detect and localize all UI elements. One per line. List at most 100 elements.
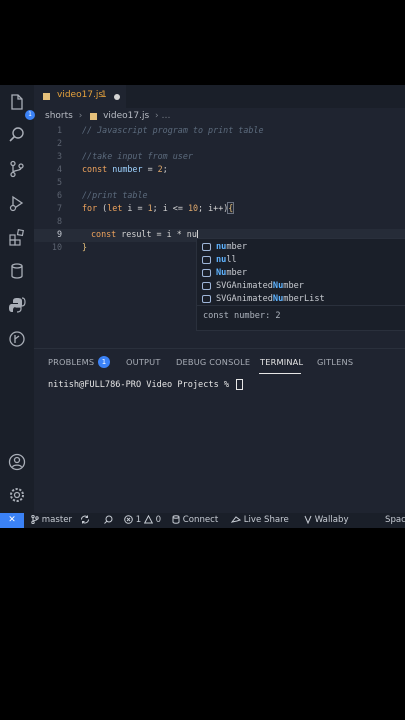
code-text: ; i++) — [198, 203, 229, 213]
tab-gitlens[interactable]: GITLENS — [317, 357, 353, 367]
search-icon[interactable] — [8, 126, 26, 144]
variable-icon — [202, 269, 211, 277]
git-graph-icon[interactable] — [8, 330, 26, 348]
suggestion-detail: const number: 2 — [203, 311, 281, 321]
live-share-icon — [230, 516, 242, 523]
suggestion-item[interactable]: SVGAnimatedNumber — [197, 280, 405, 293]
extensions-icon[interactable] — [8, 228, 26, 246]
breadcrumb: shorts › video17.js › … — [45, 111, 171, 122]
code-line: 6 //print table — [34, 190, 405, 203]
comment-text: //print table — [82, 190, 148, 200]
variable-icon — [202, 282, 211, 290]
branch-item[interactable]: master — [31, 514, 73, 525]
line-number: 1 — [56, 125, 62, 135]
suggestion-item[interactable]: null — [197, 254, 405, 267]
punctuation: ; — [162, 164, 168, 174]
line-number: 9 — [56, 229, 62, 239]
tab-terminal[interactable]: TERMINAL — [260, 357, 303, 367]
breadcrumb-separator: › — [78, 111, 83, 121]
breadcrumb-file[interactable]: video17.js — [103, 111, 149, 121]
tab-bar: video17.js 1 — [34, 85, 405, 108]
line-number: 4 — [56, 164, 62, 174]
connect-label: Connect — [182, 515, 219, 525]
code-text: ; i <= — [152, 203, 188, 213]
live-share-item[interactable]: Live Share — [230, 515, 289, 525]
files-icon[interactable]: 1 — [8, 93, 35, 120]
tab-output[interactable]: OUTPUT — [126, 357, 161, 367]
code-line: 2 — [34, 138, 405, 151]
variable-icon — [202, 295, 211, 303]
branch-name: master — [41, 515, 73, 525]
error-icon — [124, 515, 133, 524]
wallaby-item[interactable]: Wallaby — [304, 515, 349, 525]
terminal[interactable]: nitish@FULL786-PRO Video Projects % — [48, 379, 244, 390]
breadcrumb-more[interactable]: › … — [155, 111, 170, 121]
suggestion-item[interactable]: number — [197, 241, 405, 254]
variable-icon — [202, 243, 211, 251]
unsaved-dot-icon[interactable] — [114, 94, 120, 100]
warning-icon — [143, 514, 154, 524]
tab-filename: video17.js — [57, 90, 104, 100]
comment-text: //take input from user — [82, 151, 193, 161]
wallaby-label: Wallaby — [314, 515, 349, 525]
bracket: { — [227, 202, 235, 214]
panel-tabs: PROBLEMS 1 OUTPUT DEBUG CONSOLE TERMINAL… — [34, 349, 405, 376]
connect-item[interactable]: Connect — [172, 515, 218, 525]
line-number: 5 — [56, 177, 62, 187]
line-number: 8 — [56, 216, 62, 226]
code-text: result = i * nu — [116, 229, 197, 239]
tab-problems[interactable]: PROBLEMS — [48, 357, 94, 367]
bottom-panel: PROBLEMS 1 OUTPUT DEBUG CONSOLE TERMINAL… — [34, 348, 405, 514]
operator: = — [142, 164, 158, 174]
sync-icon[interactable] — [80, 515, 90, 525]
tab-video17[interactable]: video17.js 1 — [34, 85, 126, 108]
suggestion-item[interactable]: Number — [197, 267, 405, 280]
vscode-window: 1 video17.js 1 shorts › video17.js › … 1… — [0, 85, 405, 528]
line-number: 6 — [56, 190, 62, 200]
live-share-label: Live Share — [243, 515, 289, 525]
spaces-item[interactable]: Spac — [385, 515, 405, 525]
account-icon[interactable] — [8, 453, 26, 471]
problems-badge: 1 — [98, 356, 110, 368]
suggestion-widget: number null Number SVGAnimatedNumber SVG… — [196, 238, 405, 331]
breadcrumb-folder[interactable]: shorts — [45, 111, 73, 121]
keyword: let — [107, 203, 123, 213]
python-icon[interactable] — [8, 296, 26, 314]
branch-icon — [31, 514, 39, 525]
database-icon[interactable] — [8, 262, 26, 280]
code-line: 8 — [34, 216, 405, 229]
keyword: const — [82, 164, 108, 174]
run-debug-icon[interactable] — [8, 194, 26, 212]
keyword: const — [91, 229, 117, 239]
line-number: 2 — [56, 138, 62, 148]
variable-icon — [202, 256, 211, 264]
source-control-icon[interactable] — [8, 160, 26, 178]
wallaby-icon — [304, 515, 312, 525]
terminal-prompt: nitish@FULL786-PRO Video Projects % — [48, 380, 235, 390]
code-line: 5 — [34, 177, 405, 190]
number-literal: 10 — [187, 203, 199, 213]
problems-status[interactable]: 1 0 — [124, 514, 162, 525]
settings-gear-icon[interactable] — [8, 486, 26, 504]
tab-problem-count: 1 — [101, 90, 107, 100]
js-file-icon — [90, 112, 98, 120]
code-line: 3 //take input from user — [34, 151, 405, 164]
remote-icon[interactable]: ✕ — [0, 513, 24, 528]
js-file-icon — [43, 93, 50, 100]
active-tab-indicator — [259, 373, 301, 374]
search-status-icon[interactable] — [104, 515, 113, 525]
database-icon — [172, 515, 180, 524]
code-line: 4 const number = 2; — [34, 164, 405, 177]
code-text: i = — [122, 203, 148, 213]
line-number: 7 — [56, 203, 62, 213]
divider — [197, 305, 405, 306]
comment-text: // Javascript program to print table — [82, 125, 264, 135]
explorer-badge: 1 — [25, 110, 35, 120]
error-count: 1 — [135, 515, 142, 525]
warning-count: 0 — [155, 515, 162, 525]
line-number: 3 — [56, 151, 62, 161]
code-line: 7 for (let i = 1; i <= 10; i++){ — [34, 202, 405, 216]
code-line: 1 // Javascript program to print table — [34, 125, 405, 138]
keyword: for — [82, 203, 98, 213]
tab-debug-console[interactable]: DEBUG CONSOLE — [176, 357, 250, 367]
